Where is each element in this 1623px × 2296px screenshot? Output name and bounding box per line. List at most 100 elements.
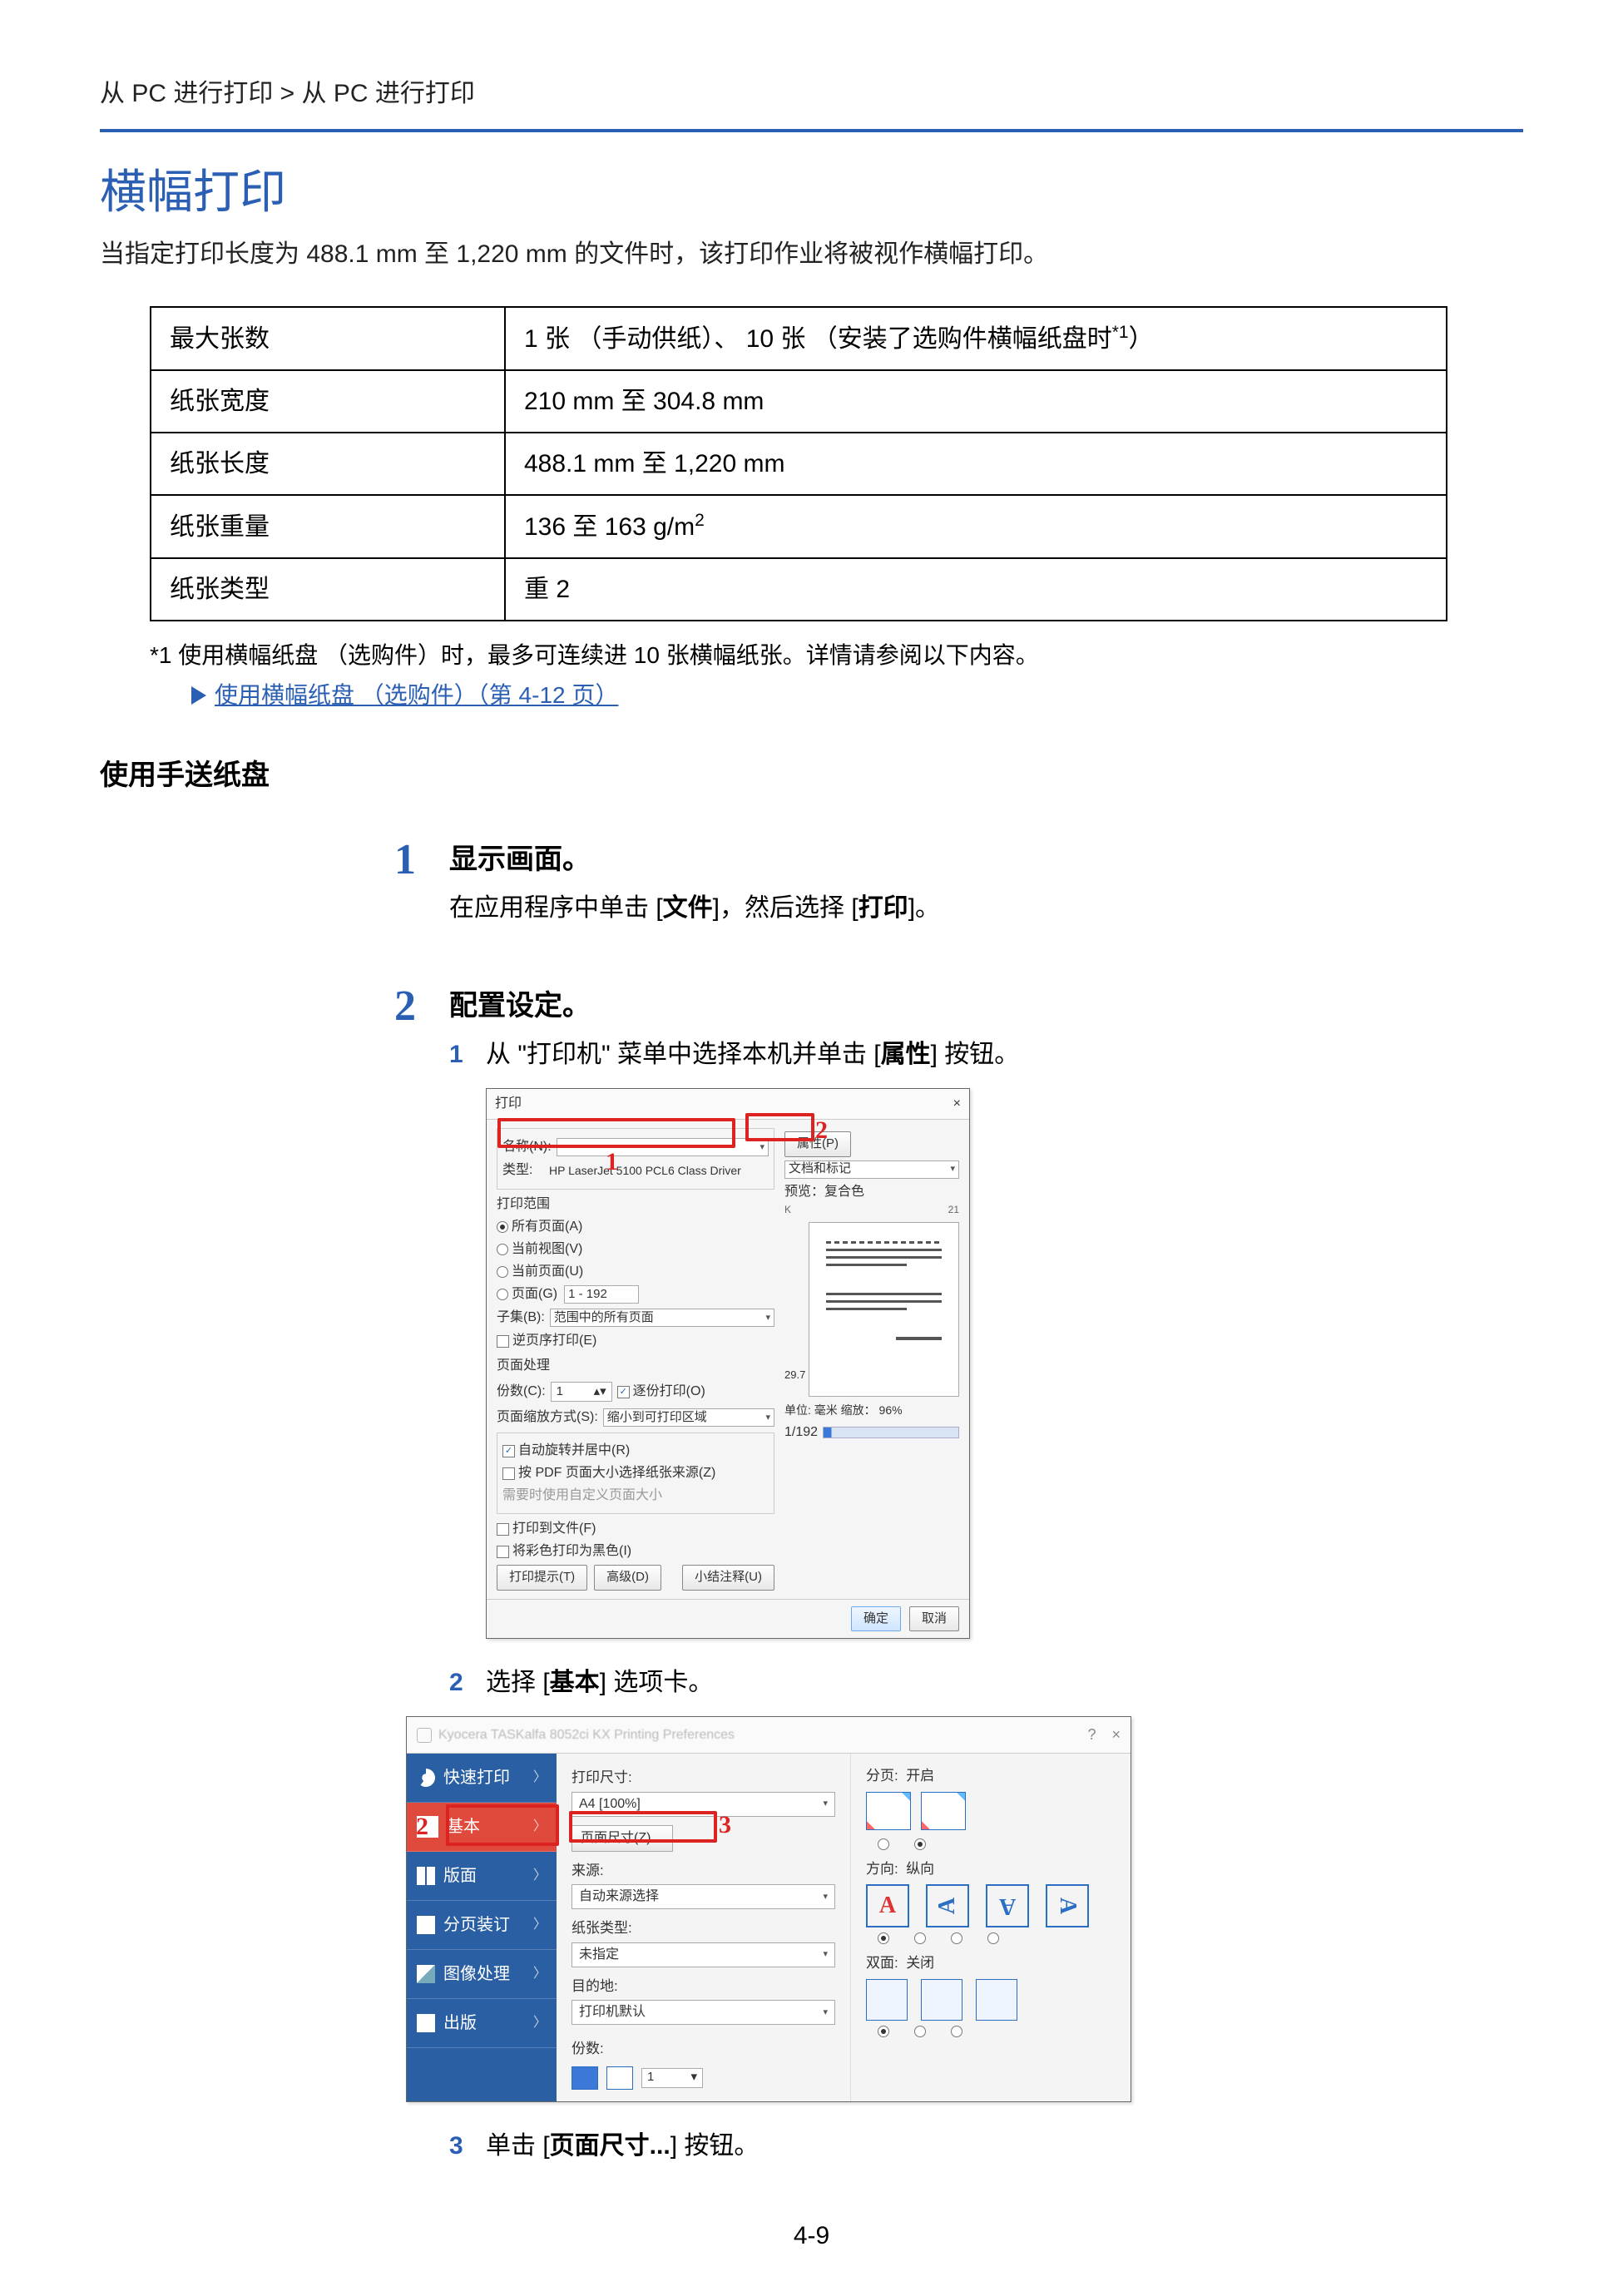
print-dialog: 打印 × 名称(N): ▾ (486, 1088, 970, 1639)
copies-spin[interactable]: 1▾ (641, 2068, 703, 2088)
step-2: 2 配置设定。 1 从 "打印机" 菜单中选择本机并单击 [属性] 按钮。 打印… (100, 985, 1523, 2180)
spec-table: 最大张数 1 张 （手动供纸）、 10 张 （安装了选购件横幅纸盘时*1） 纸张… (150, 306, 1447, 621)
checkbox-icon: ✓ (617, 1386, 630, 1398)
cell-value: 1 张 （手动供纸）、 10 张 （安装了选购件横幅纸盘时*1） (505, 307, 1447, 370)
substep-text: 单击 [页面尺寸...] 按钮。 (486, 2127, 759, 2165)
source-select[interactable]: 自动来源选择▾ (572, 1884, 835, 1909)
orient-portrait[interactable]: A (866, 1884, 909, 1927)
chevron-down-icon: ▾ (760, 1141, 764, 1155)
papertype-select[interactable]: 未指定▾ (572, 1942, 835, 1967)
t: 按 PDF 页面大小选择纸张来源(Z) (518, 1463, 715, 1483)
sidebar-item-output[interactable]: 出版 〉 (407, 1999, 557, 2048)
sidebar-item-layout[interactable]: 版面 〉 (407, 1852, 557, 1901)
substep-text: 选择 [基本] 选项卡。 (486, 1664, 713, 1701)
step-title: 配置设定。 (449, 985, 1523, 1027)
type-value: HP LaserJet 5100 PCL6 Class Driver (549, 1162, 741, 1180)
cell-label: 最大张数 (151, 307, 505, 370)
banner-tray-link[interactable]: 使用横幅纸盘 （选购件）（第 4-12 页） (215, 678, 618, 713)
docrec-select[interactable]: 文档和标记▾ (784, 1160, 959, 1179)
chevron-right-icon: 〉 (533, 1817, 547, 1837)
reverse-check[interactable]: 逆页序打印(E) (497, 1331, 774, 1351)
radio-icon[interactable] (878, 1932, 889, 1944)
duplex-label: 双面: (866, 1955, 898, 1971)
dialog-titlebar: Kyocera TASKalfa 8052ci KX Printing Pref… (407, 1717, 1131, 1754)
sidebar-item-basic[interactable]: 基本 〉 (407, 1803, 557, 1852)
printer-select[interactable]: ▾ (557, 1138, 769, 1156)
help-icon[interactable]: ? (1087, 1726, 1096, 1743)
sidebar-item-image[interactable]: 图像处理 〉 (407, 1950, 557, 1999)
ok-button[interactable]: 确定 (851, 1606, 901, 1632)
scale-select[interactable]: 缩小到可打印区域▾ (603, 1408, 774, 1427)
collate-check[interactable]: ✓逐份打印(O) (617, 1382, 705, 1402)
orient-portrait-180[interactable]: A (986, 1884, 1029, 1927)
orient-val: 纵向 (906, 1861, 934, 1877)
orient-landscape[interactable]: A (926, 1884, 969, 1927)
duplex-long[interactable] (921, 1979, 962, 2021)
t: 所有页面(A) (512, 1217, 582, 1237)
chevron-down-icon: ▾ (823, 1890, 828, 1904)
t: 自动旋转并居中(R) (518, 1441, 630, 1461)
hint-button[interactable]: 打印提示(T) (497, 1565, 587, 1591)
sidebar-item-booklet[interactable]: 分页装订 〉 (407, 1901, 557, 1950)
print-to-file-check[interactable]: 打印到文件(F) (497, 1519, 774, 1539)
cell-text: 136 至 163 g/m (524, 513, 695, 541)
thumb-off[interactable] (866, 1792, 911, 1830)
radio-icon (497, 1244, 508, 1255)
advanced-button[interactable]: 高级(D) (594, 1565, 661, 1591)
pages-input[interactable]: 1 - 192 (564, 1285, 639, 1304)
copies-spin[interactable]: 1▴▾ (551, 1382, 612, 1402)
close-icon[interactable]: × (1111, 1726, 1121, 1743)
t-bold: 打印 (859, 894, 908, 922)
right-panel: 分页: 开启 方向: 纵向 A (850, 1754, 1131, 2101)
cancel-button[interactable]: 取消 (909, 1606, 959, 1632)
checkbox-icon (497, 1335, 509, 1348)
arrow-right-icon (191, 686, 206, 705)
close-icon[interactable]: × (953, 1094, 961, 1114)
t-bold: 文件 (663, 894, 713, 922)
radio-icon[interactable] (951, 2026, 962, 2037)
k-label: K (784, 1202, 791, 1217)
t: 快速打印 (443, 1765, 510, 1790)
duplex-off[interactable] (866, 1979, 908, 2021)
radio-all[interactable]: 所有页面(A) (497, 1217, 774, 1237)
printsize-select[interactable]: A4 [100%]▾ (572, 1792, 835, 1817)
radio-icon[interactable] (914, 1838, 926, 1850)
range-group-label: 打印范围 (497, 1195, 774, 1215)
checkbox-icon (497, 1546, 509, 1558)
sidebar-item-quick[interactable]: 快速打印 〉 (407, 1754, 557, 1803)
subset-select[interactable]: 范围中的所有页面▾ (550, 1309, 774, 1327)
scale-meta: 单位: 毫米 缩放： 96% (784, 1402, 959, 1419)
duplex-short[interactable] (976, 1979, 1017, 2021)
orient-landscape-180[interactable]: A (1046, 1884, 1089, 1927)
fit-pdf-check[interactable]: 按 PDF 页面大小选择纸张来源(Z) (502, 1463, 769, 1483)
auto-rotate-check[interactable]: ✓自动旋转并居中(R) (502, 1441, 769, 1461)
color-black-check[interactable]: 将彩色打印为黑色(I) (497, 1541, 774, 1561)
substep-1: 1 从 "打印机" 菜单中选择本机并单击 [属性] 按钮。 (449, 1036, 1523, 1073)
subheading: 使用手送纸盘 (100, 755, 1523, 797)
radio-curpage[interactable]: 当前页面(U) (497, 1262, 774, 1282)
radio-icon[interactable] (878, 1838, 889, 1850)
radio-pages[interactable]: 页面(G)1 - 192 (497, 1284, 774, 1304)
dialog-title: 打印 (495, 1094, 522, 1114)
dest-select[interactable]: 打印机默认▾ (572, 2000, 835, 2025)
pagesize-button[interactable]: 页面尺寸(Z)… (572, 1825, 673, 1852)
t: 单击 [ (486, 2132, 550, 2160)
table-row: 纸张类型 重 2 (151, 558, 1447, 621)
radio-icon[interactable] (878, 2026, 889, 2037)
page-slider[interactable] (823, 1427, 959, 1438)
pages-label: 分页: (866, 1768, 898, 1784)
sidebar: 快速打印 〉 基本 〉 版面 〉 (407, 1754, 557, 2101)
t: 1 (647, 2068, 654, 2087)
copies-icon (606, 2066, 633, 2090)
radio-icon[interactable] (987, 1932, 999, 1944)
cell-label: 纸张类型 (151, 558, 505, 621)
radio-icon[interactable] (951, 1932, 962, 1944)
thumb-on[interactable] (921, 1792, 966, 1830)
scale-label: 页面缩放方式(S): (497, 1408, 598, 1428)
radio-curview[interactable]: 当前视图(V) (497, 1240, 774, 1259)
radio-icon[interactable] (914, 2026, 926, 2037)
properties-button[interactable]: 属性(P) (784, 1131, 851, 1157)
summary-button[interactable]: 小结注释(U) (682, 1565, 774, 1591)
substep-3: 3 单击 [页面尺寸...] 按钮。 (449, 2127, 1523, 2165)
radio-icon[interactable] (914, 1932, 926, 1944)
